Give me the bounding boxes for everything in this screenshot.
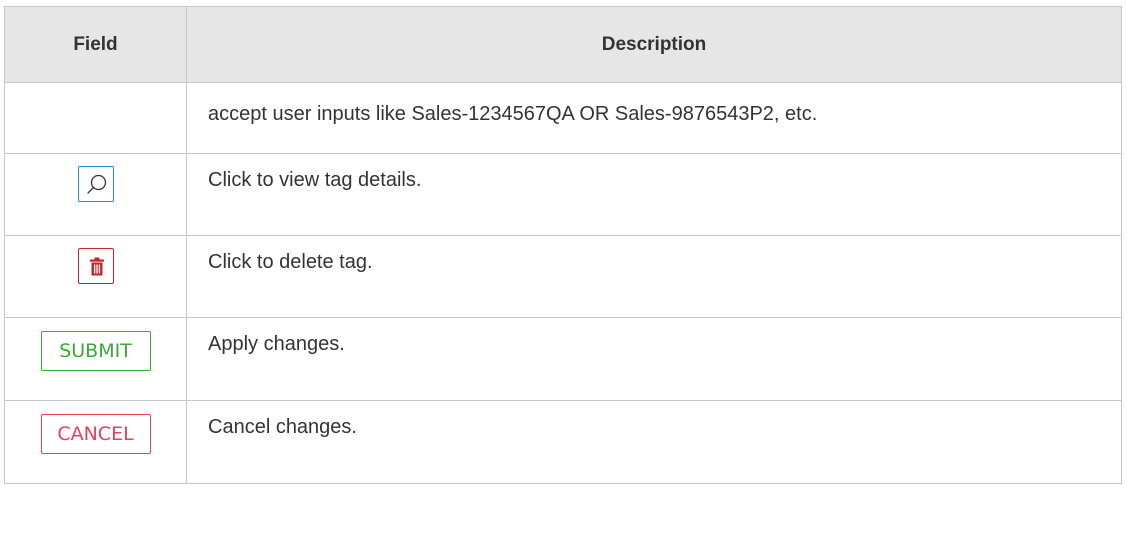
table-row: Click to view tag details. — [4, 153, 1122, 236]
description-text: Click to delete tag. — [208, 251, 373, 273]
field-description-table: Field Description accept user inputs lik… — [4, 6, 1122, 484]
table-row: Click to delete tag. — [4, 235, 1122, 318]
table-header-row: Field Description — [4, 6, 1122, 83]
table-row: accept user inputs like Sales-1234567QA … — [4, 82, 1122, 154]
description-cell: Click to view tag details. — [186, 153, 1122, 236]
field-cell — [4, 235, 187, 318]
submit-button[interactable]: SUBMIT — [40, 331, 151, 371]
field-description-table-wrapper: Field Description accept user inputs lik… — [0, 0, 1127, 558]
field-cell — [4, 153, 187, 236]
description-cell: Click to delete tag. — [186, 235, 1122, 318]
description-cell: Apply changes. — [186, 317, 1122, 401]
field-cell: CANCEL — [4, 400, 187, 484]
cancel-button[interactable]: CANCEL — [40, 414, 151, 454]
delete-tag-button[interactable] — [77, 248, 114, 284]
description-cell: Cancel changes. — [186, 400, 1122, 484]
description-text: accept user inputs like Sales-1234567QA … — [208, 103, 818, 125]
trash-icon — [89, 257, 104, 276]
description-text: Apply changes. — [208, 333, 345, 355]
description-text: Cancel changes. — [208, 416, 357, 438]
table-row: CANCEL Cancel changes. — [4, 400, 1122, 484]
search-icon — [86, 174, 106, 194]
view-tag-details-button[interactable] — [77, 166, 114, 202]
description-cell: accept user inputs like Sales-1234567QA … — [186, 82, 1122, 154]
field-cell-empty — [4, 82, 187, 154]
header-field: Field — [4, 6, 187, 83]
field-cell: SUBMIT — [4, 317, 187, 401]
table-row: SUBMIT Apply changes. — [4, 317, 1122, 401]
header-description: Description — [186, 6, 1122, 83]
description-text: Click to view tag details. — [208, 169, 422, 191]
